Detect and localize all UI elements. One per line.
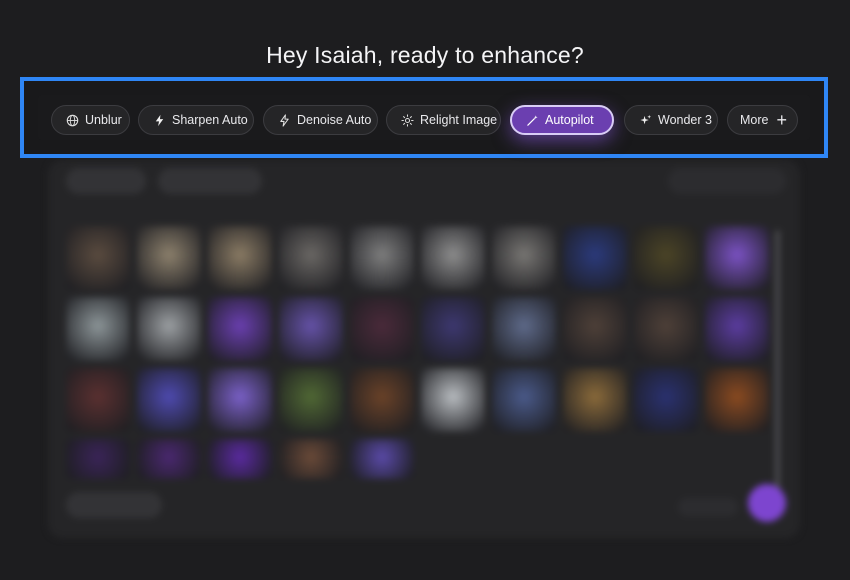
chip-label: More xyxy=(740,113,769,127)
thumbnail[interactable] xyxy=(421,368,485,432)
thumbnail[interactable] xyxy=(208,226,272,290)
thumbnail[interactable] xyxy=(66,226,130,290)
magic-wand-icon xyxy=(527,114,538,126)
chip-label: Wonder 3 xyxy=(658,113,712,127)
chip-label: Autopilot xyxy=(545,113,594,127)
thumbnail[interactable] xyxy=(137,297,201,361)
thumbnail[interactable] xyxy=(66,368,130,432)
thumbnail[interactable] xyxy=(208,368,272,432)
thumbnail[interactable] xyxy=(421,226,485,290)
chip-label: Sharpen Auto xyxy=(172,113,248,127)
thumbnail[interactable] xyxy=(492,226,556,290)
chip-label: Unblur xyxy=(85,113,122,127)
thumbnail[interactable] xyxy=(492,297,556,361)
plus-icon: + xyxy=(776,110,787,130)
thumbnail[interactable] xyxy=(279,439,343,479)
thumbnail[interactable] xyxy=(279,368,343,432)
thumbnail[interactable] xyxy=(705,368,769,432)
bolt-filled-icon xyxy=(155,114,164,126)
thumbnail[interactable] xyxy=(208,297,272,361)
thumbnail[interactable] xyxy=(137,439,201,479)
thumbnail[interactable] xyxy=(421,297,485,361)
scrollbar[interactable] xyxy=(775,230,780,500)
thumbnail[interactable] xyxy=(634,368,698,432)
chip-unblur[interactable]: Unblur xyxy=(51,105,130,135)
send-button[interactable] xyxy=(748,484,786,522)
chip-sharpen-auto[interactable]: Sharpen Auto xyxy=(138,105,254,135)
thumbnail[interactable] xyxy=(350,297,414,361)
thumbnail[interactable] xyxy=(634,226,698,290)
thumbnail[interactable] xyxy=(563,226,627,290)
sun-icon xyxy=(401,113,414,127)
chip-more[interactable]: More + xyxy=(727,105,798,135)
thumbnail[interactable] xyxy=(208,439,272,479)
chip-label: Relight Image xyxy=(420,113,498,127)
enabled-toggle[interactable] xyxy=(66,492,162,518)
thumbnail[interactable] xyxy=(66,297,130,361)
thumbnail[interactable] xyxy=(634,297,698,361)
thumbnail[interactable] xyxy=(563,297,627,361)
thumbnail[interactable] xyxy=(137,368,201,432)
globe-icon xyxy=(66,114,79,126)
thumbnail[interactable] xyxy=(563,368,627,432)
chip-wonder-3[interactable]: Wonder 3 xyxy=(624,105,718,135)
chip-autopilot[interactable]: Autopilot xyxy=(510,105,614,135)
sparkle-icon xyxy=(640,114,652,124)
select-asset-button[interactable] xyxy=(158,168,262,194)
thumbnail[interactable] xyxy=(279,297,343,361)
upload-panel xyxy=(48,160,800,538)
attached-count-badge xyxy=(668,168,786,194)
thumbnail[interactable] xyxy=(279,226,343,290)
credits-indicator xyxy=(678,498,738,516)
thumbnail[interactable] xyxy=(350,439,414,479)
thumbnail[interactable] xyxy=(66,439,130,479)
thumbnail[interactable] xyxy=(705,297,769,361)
chip-denoise-auto[interactable]: Denoise Auto xyxy=(263,105,378,135)
thumbnail[interactable] xyxy=(492,368,556,432)
upload-button[interactable] xyxy=(66,168,146,194)
chip-label: Denoise Auto xyxy=(297,113,372,127)
thumbnail[interactable] xyxy=(350,226,414,290)
thumbnail[interactable] xyxy=(705,226,769,290)
greeting-heading: Hey Isaiah, ready to enhance? xyxy=(266,42,584,68)
thumbnail[interactable] xyxy=(350,368,414,432)
thumbnail[interactable] xyxy=(137,226,201,290)
bolt-outline-icon xyxy=(280,113,289,127)
chip-relight-image[interactable]: Relight Image xyxy=(386,105,501,135)
